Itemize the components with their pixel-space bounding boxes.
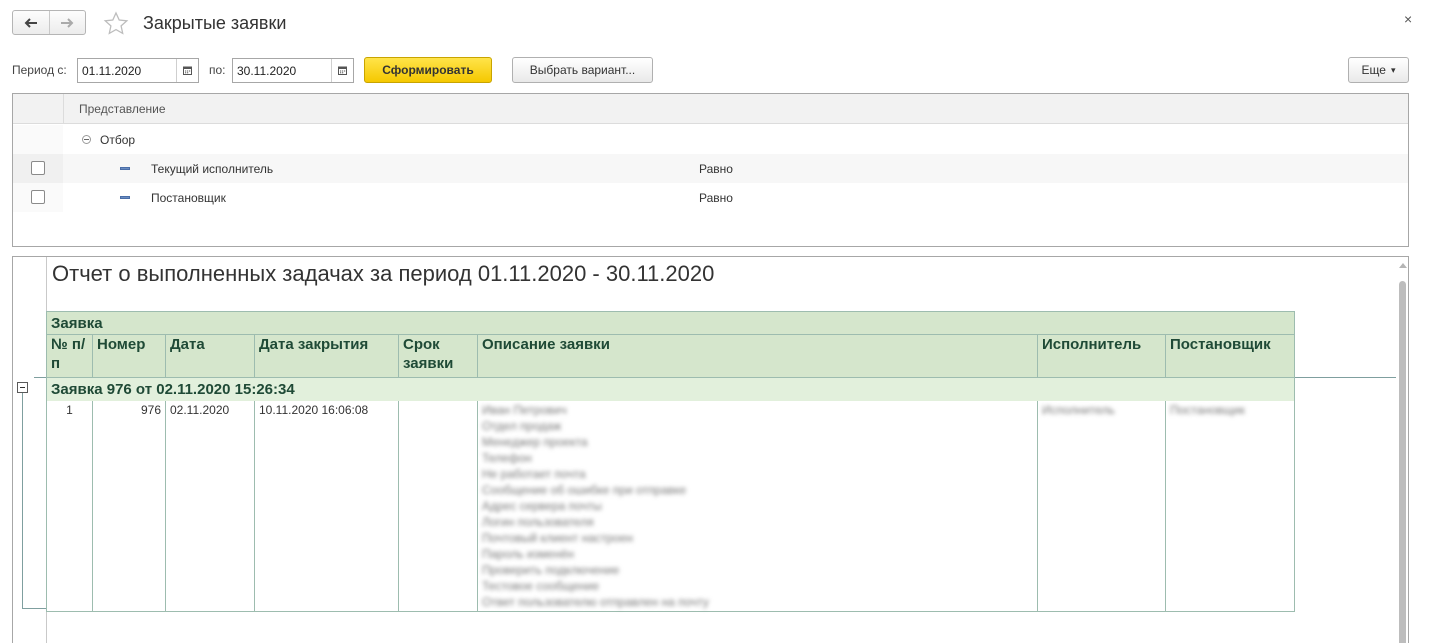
description-line: Сообщение об ошибке при отправке — [482, 482, 687, 497]
settings-group-row[interactable]: Отбор — [13, 125, 1408, 154]
author-name: Постановщик — [1170, 402, 1245, 417]
period-to-value[interactable]: 30.11.2020 — [233, 59, 331, 82]
calendar-icon — [183, 66, 192, 75]
col-num: № п/п — [46, 334, 93, 378]
col-date: Дата — [165, 334, 255, 378]
col-number: Номер — [92, 334, 166, 378]
description-line: Иван Петрович — [482, 402, 567, 417]
period-from-value[interactable]: 01.11.2020 — [78, 59, 176, 82]
forward-button[interactable] — [48, 11, 86, 34]
description-line: Телефон — [482, 450, 532, 465]
cell-term — [398, 400, 478, 612]
col-term: Срок заявки — [398, 334, 478, 378]
cell-executor: Исполнитель — [1037, 400, 1166, 612]
chevron-down-icon: ▾ — [1390, 64, 1396, 75]
group-row-label: Заявка 976 от 02.11.2020 15:26:34 — [46, 377, 1295, 401]
calendar-icon — [338, 66, 347, 75]
more-label: Еще — [1361, 63, 1386, 77]
description-line: Менеджер проекта — [482, 434, 588, 449]
close-icon[interactable]: × — [1404, 11, 1412, 27]
cell-date: 02.11.2020 — [165, 400, 255, 612]
table-header-row: № п/п Номер Дата Дата закрытия Срок заяв… — [46, 334, 1295, 378]
period-to-label: по: — [209, 63, 226, 77]
condition-icon — [120, 196, 130, 199]
report-settings-panel: Представление Отбор Текущий исполнитель … — [12, 93, 1409, 247]
cell-author: Постановщик — [1165, 400, 1295, 612]
header-group-label: Заявка — [46, 311, 1295, 335]
calendar-button[interactable] — [331, 59, 353, 82]
filter-checkbox[interactable] — [31, 190, 45, 204]
arrow-right-icon — [61, 17, 74, 28]
executor-name: Исполнитель — [1042, 402, 1115, 417]
group-label: Отбор — [100, 133, 136, 147]
table-header-group-row: Заявка — [46, 311, 1295, 335]
description-line: Отдел продаж — [482, 418, 562, 433]
period-to-field[interactable]: 30.11.2020 — [232, 58, 354, 83]
filter-field: Постановщик — [151, 191, 226, 205]
period-from-label: Период с: — [12, 63, 67, 77]
col-description: Описание заявки — [477, 334, 1038, 378]
report-document[interactable]: Отчет о выполненных задачах за период 01… — [12, 256, 1409, 643]
filter-checkbox[interactable] — [31, 161, 45, 175]
more-button[interactable]: Еще ▾ — [1348, 57, 1409, 83]
choose-variant-button[interactable]: Выбрать вариант... — [512, 57, 653, 83]
cell-num: 1 — [46, 400, 93, 612]
generate-button[interactable]: Сформировать — [364, 57, 492, 83]
cell-description: Иван Петрович Отдел продаж Менеджер проект… — [477, 400, 1038, 612]
filter-condition[interactable]: Равно — [699, 191, 733, 205]
settings-row[interactable]: Постановщик Равно — [13, 183, 1408, 212]
settings-header — [13, 94, 1408, 124]
calendar-button[interactable] — [176, 59, 198, 82]
filter-condition[interactable]: Равно — [699, 162, 733, 176]
table-row[interactable]: 1 976 02.11.2020 10.11.2020 16:06:08 Ива… — [46, 400, 1295, 612]
page-title: Закрытые заявки — [143, 13, 287, 33]
report-title: Отчет о выполненных задачах за период 01… — [52, 261, 715, 286]
header-divider — [63, 94, 64, 124]
report-table: Заявка № п/п Номер Дата Дата закрытия Ср… — [46, 311, 1295, 612]
group-bracket-bottom — [22, 608, 47, 609]
group-collapse-button[interactable] — [17, 382, 28, 393]
vertical-scrollbar[interactable] — [1396, 257, 1408, 643]
cell-number: 976 — [92, 400, 166, 612]
period-from-field[interactable]: 01.11.2020 — [77, 58, 199, 83]
settings-column-header: Представление — [79, 102, 166, 116]
col-close-date: Дата закрытия — [254, 334, 399, 378]
scroll-up-icon[interactable] — [1399, 263, 1407, 268]
condition-icon — [120, 167, 130, 170]
description-lines: Иван Петрович Отдел продаж Менеджер проект… — [482, 403, 1033, 611]
arrow-left-icon — [24, 17, 37, 28]
description-line: Не работает почта — [482, 466, 586, 481]
description-line: Пароль изменён — [482, 546, 575, 561]
back-button[interactable] — [13, 11, 49, 34]
navigation-buttons — [12, 10, 86, 35]
settings-row[interactable]: Текущий исполнитель Равно — [13, 154, 1408, 183]
description-line: Адрес сервера почты — [482, 498, 602, 513]
description-line: Логин пользователя — [482, 514, 594, 529]
star-icon[interactable] — [103, 11, 129, 37]
description-line: Тестовое сообщение — [482, 578, 600, 593]
description-line: Проверить подключение — [482, 562, 620, 577]
group-row[interactable]: Заявка 976 от 02.11.2020 15:26:34 — [46, 377, 1295, 401]
cell-close-date: 10.11.2020 16:06:08 — [254, 400, 399, 612]
description-line: Почтовый клиент настроен — [482, 530, 634, 545]
filter-field: Текущий исполнитель — [151, 162, 274, 176]
group-bracket-line — [22, 393, 23, 609]
scroll-thumb[interactable] — [1399, 281, 1406, 643]
collapse-icon[interactable] — [82, 135, 91, 144]
col-author: Постановщик — [1165, 334, 1295, 378]
col-executor: Исполнитель — [1037, 334, 1166, 378]
description-line: Ответ пользователю отправлен на почту — [482, 594, 709, 609]
